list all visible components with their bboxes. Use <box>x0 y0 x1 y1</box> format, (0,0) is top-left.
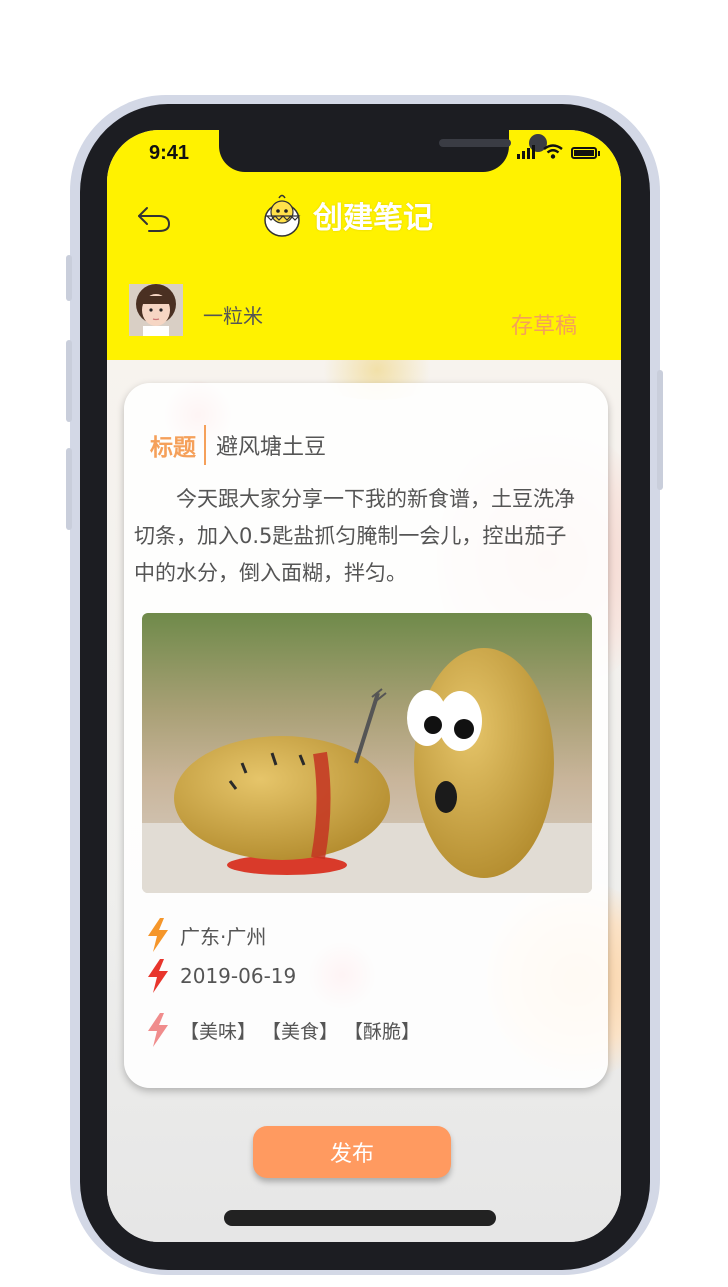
notch <box>219 130 547 172</box>
page-title: 创建笔记 <box>313 201 433 236</box>
tag-list: 【美味】 【美食】 【酥脆】 <box>180 1017 420 1044</box>
side-button <box>657 370 663 490</box>
title-divider <box>204 425 206 465</box>
username: 一粒米 <box>203 304 263 328</box>
publish-button[interactable]: 发布 <box>253 1126 451 1178</box>
note-title-row: 标题 避风塘土豆 <box>150 425 326 465</box>
tags-row[interactable]: 【美味】 【美食】 【酥脆】 <box>144 1013 420 1047</box>
status-icons <box>517 144 600 159</box>
location-text: 广东·广州 <box>180 924 267 949</box>
location-row[interactable]: 广东·广州 <box>144 918 266 952</box>
tag-item[interactable]: 【美味】 <box>180 1017 256 1044</box>
side-button <box>66 255 72 301</box>
title-input[interactable]: 避风塘土豆 <box>216 429 326 461</box>
note-card: 标题 避风塘土豆 今天跟大家分享一下我的新食谱，土豆洗净切条，加入0.5匙盐抓匀… <box>124 383 608 1088</box>
tag-item[interactable]: 【酥脆】 <box>344 1017 420 1044</box>
note-photo[interactable] <box>142 613 592 893</box>
tag-bolt-icon <box>148 1013 168 1047</box>
title-area: 创建笔记 <box>257 190 433 240</box>
side-button <box>66 340 72 422</box>
side-button <box>66 448 72 530</box>
avatar[interactable] <box>129 284 183 336</box>
date-text: 2019-06-19 <box>180 964 297 988</box>
screen: 9:41 创建笔记 一粒米 存草稿 标题 避风塘土豆 今天跟大家分享一下我的新食… <box>107 130 621 1242</box>
back-arrow-icon[interactable] <box>135 200 175 240</box>
date-bolt-icon <box>148 959 168 993</box>
note-body-text[interactable]: 今天跟大家分享一下我的新食谱，土豆洗净切条，加入0.5匙盐抓匀腌制一会儿，控出茄… <box>134 481 584 592</box>
header: 9:41 创建笔记 一粒米 存草稿 <box>107 130 621 360</box>
signal-icon <box>517 145 535 159</box>
title-label: 标题 <box>150 435 196 461</box>
status-time: 9:41 <box>149 142 190 164</box>
battery-icon <box>571 147 600 159</box>
wifi-icon <box>543 144 563 159</box>
home-indicator[interactable] <box>224 1210 496 1226</box>
tag-item[interactable]: 【美食】 <box>262 1017 338 1044</box>
location-bolt-icon <box>148 918 168 952</box>
chick-logo-icon <box>264 194 301 237</box>
save-draft-button[interactable]: 存草稿 <box>511 308 577 340</box>
date-row[interactable]: 2019-06-19 <box>144 959 296 993</box>
